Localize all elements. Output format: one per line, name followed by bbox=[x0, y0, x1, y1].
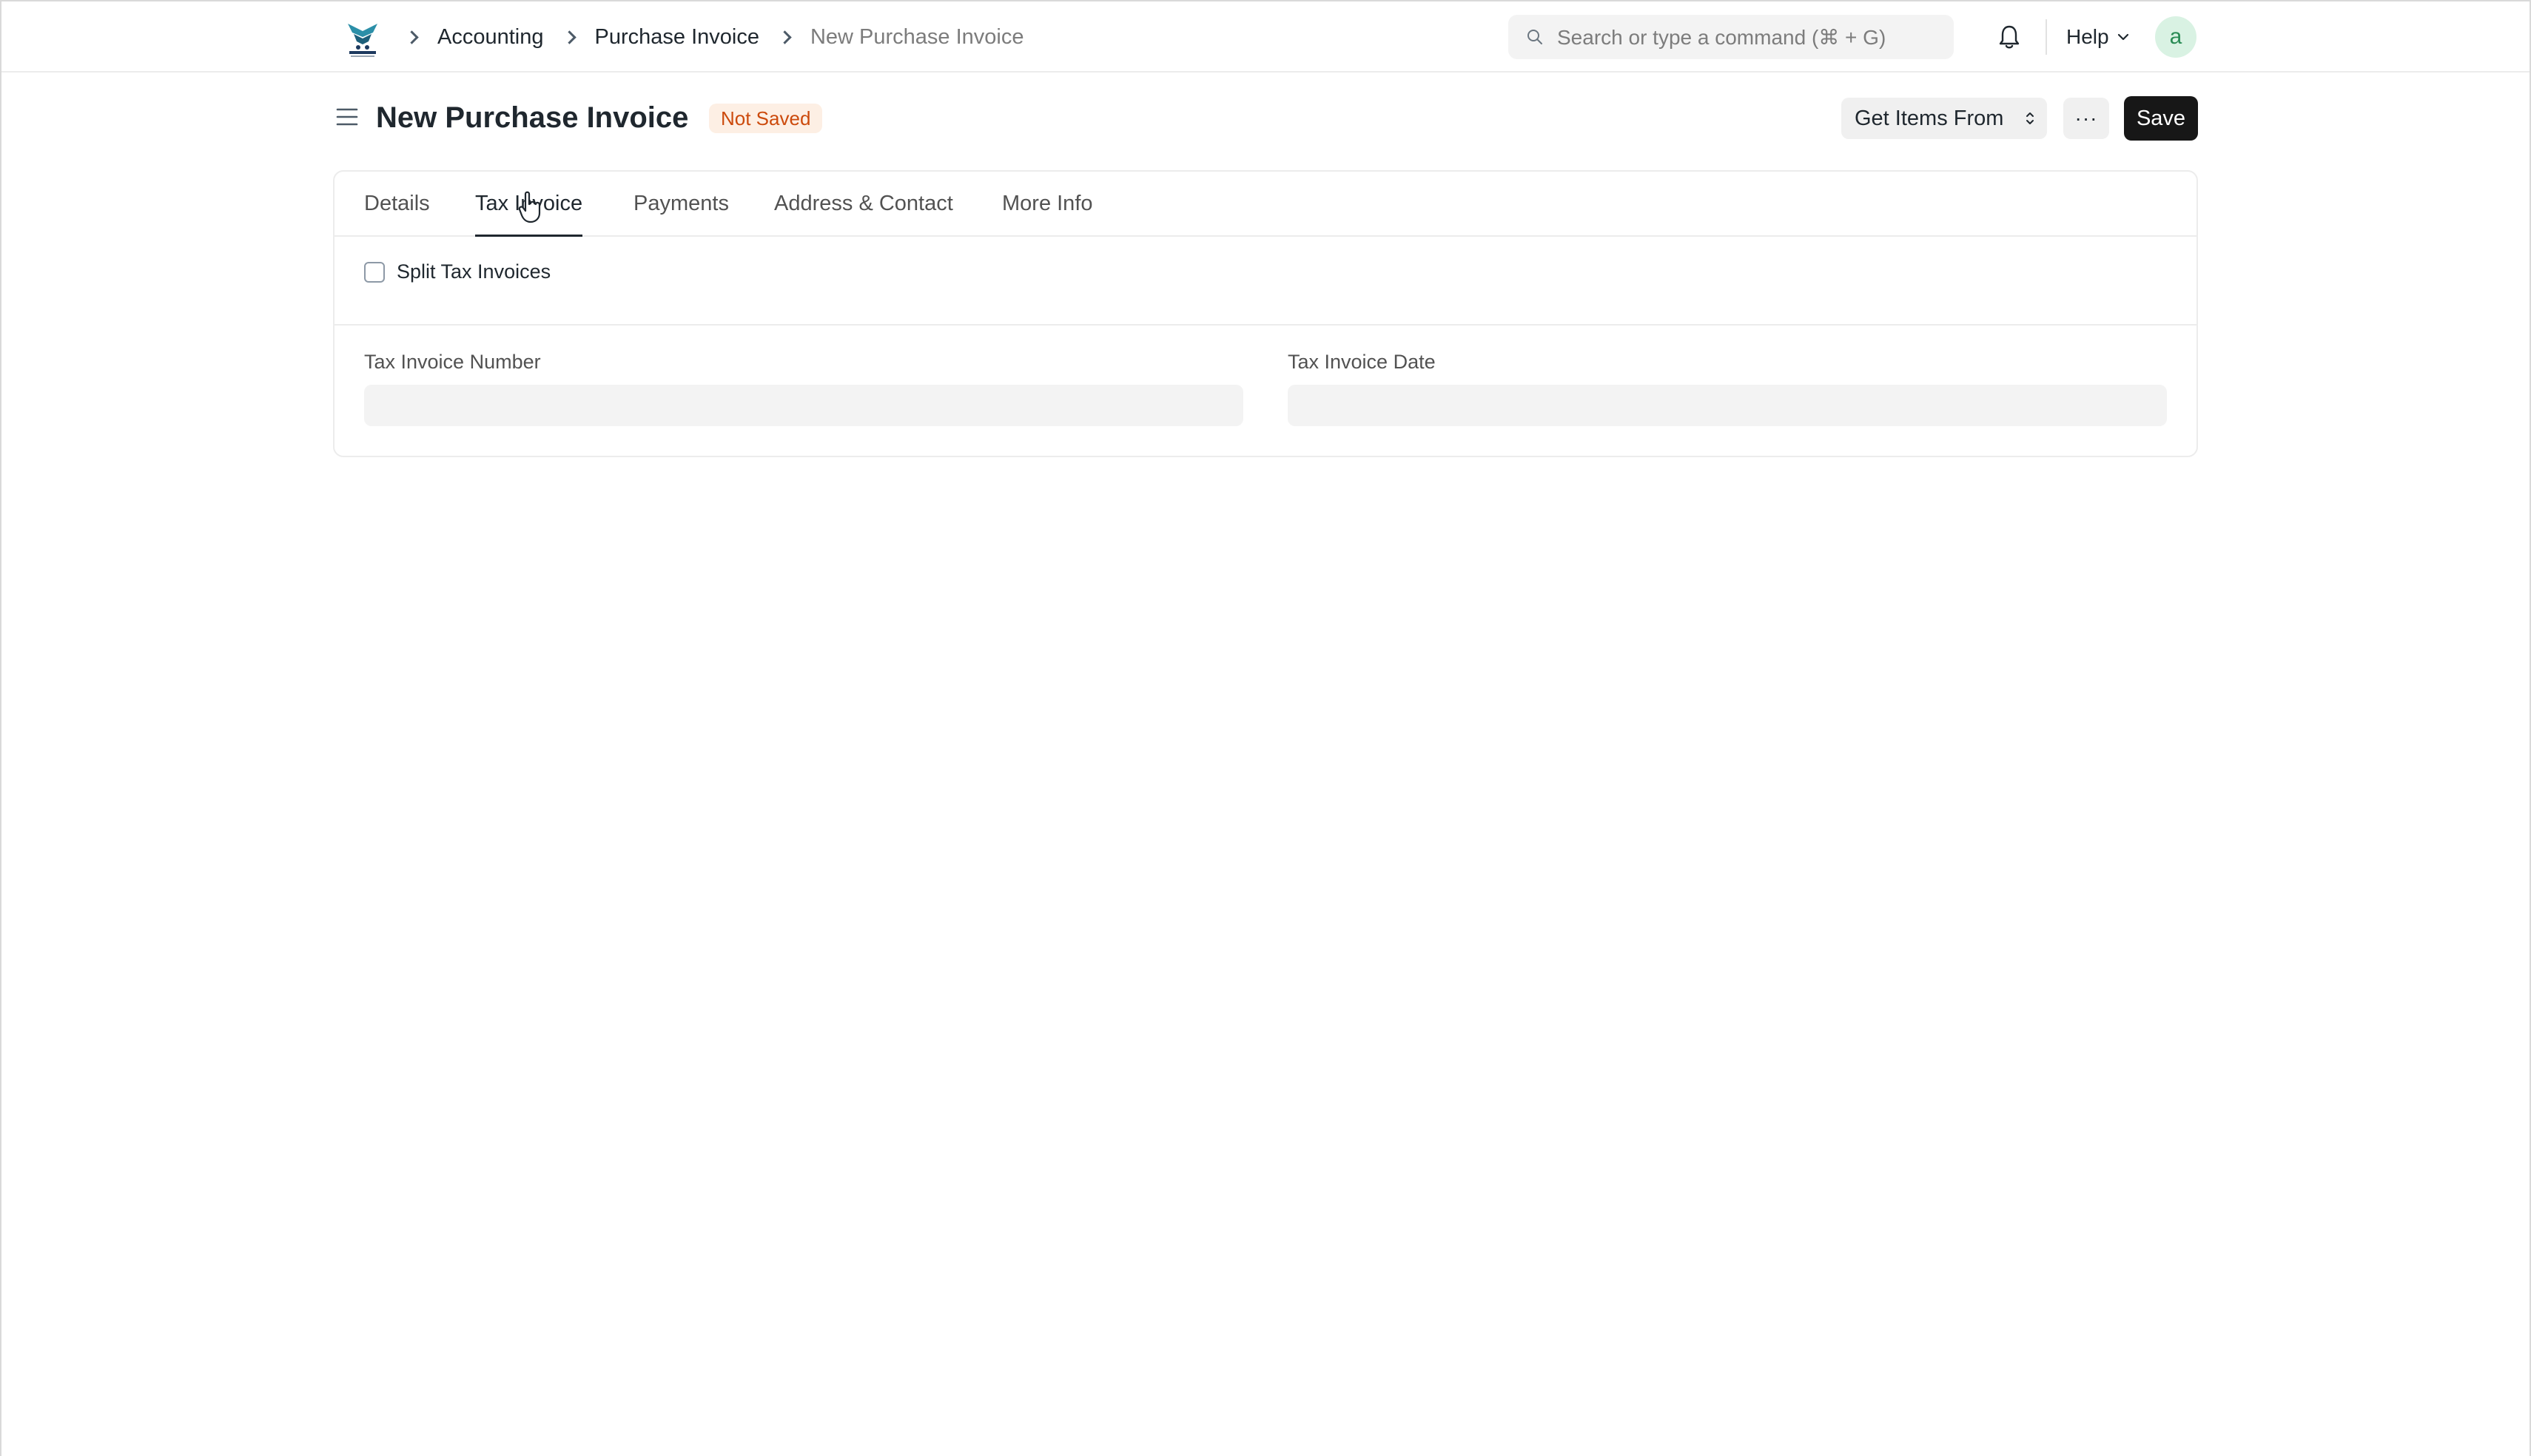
tax-invoice-date-label: Tax Invoice Date bbox=[1288, 351, 1436, 373]
form-card: Details Tax Invoice Payments Address & C… bbox=[333, 170, 2198, 457]
search-placeholder: Search or type a command (⌘ + G) bbox=[1557, 25, 1886, 49]
breadcrumb-purchase-invoice[interactable]: Purchase Invoice bbox=[595, 25, 759, 50]
breadcrumb: Accounting Purchase Invoice New Purchase… bbox=[405, 1, 1024, 73]
more-icon: ··· bbox=[2074, 107, 2098, 129]
get-items-label: Get Items From bbox=[1855, 106, 2004, 130]
split-tax-invoices-checkbox[interactable] bbox=[364, 261, 385, 283]
avatar[interactable]: a bbox=[2155, 16, 2196, 58]
section-divider bbox=[335, 324, 2196, 326]
tax-invoice-number-input[interactable] bbox=[364, 385, 1243, 426]
form-tabs: Details Tax Invoice Payments Address & C… bbox=[335, 172, 2196, 237]
search-bar[interactable]: Search or type a command (⌘ + G) bbox=[1508, 15, 1954, 59]
help-menu[interactable]: Help bbox=[2066, 1, 2130, 73]
tax-invoice-date-input[interactable] bbox=[1288, 385, 2167, 426]
page-title: New Purchase Invoice bbox=[376, 101, 689, 134]
tax-invoice-number-label: Tax Invoice Number bbox=[364, 351, 541, 373]
hand-cursor-icon bbox=[518, 191, 541, 223]
search-icon bbox=[1527, 30, 1542, 44]
app-logo[interactable] bbox=[343, 18, 382, 58]
sidebar-toggle-icon[interactable] bbox=[336, 107, 358, 127]
chevron-right-icon bbox=[778, 30, 792, 44]
breadcrumb-accounting[interactable]: Accounting bbox=[437, 25, 544, 50]
tab-payments[interactable]: Payments bbox=[633, 172, 729, 237]
help-label: Help bbox=[2066, 25, 2109, 48]
tab-more-info[interactable]: More Info bbox=[1002, 172, 1093, 237]
navbar: Accounting Purchase Invoice New Purchase… bbox=[1, 1, 2530, 73]
chevron-right-icon bbox=[562, 30, 577, 44]
split-tax-invoices-label: Split Tax Invoices bbox=[397, 260, 551, 283]
status-badge: Not Saved bbox=[709, 104, 823, 133]
bell-icon[interactable] bbox=[1997, 24, 2022, 50]
split-tax-invoices-field[interactable]: Split Tax Invoices bbox=[364, 260, 551, 283]
chevron-down-icon bbox=[2117, 33, 2128, 41]
tab-details[interactable]: Details bbox=[364, 172, 430, 237]
more-actions-button[interactable]: ··· bbox=[2063, 98, 2109, 139]
save-button[interactable]: Save bbox=[2124, 96, 2198, 141]
tab-address-contact[interactable]: Address & Contact bbox=[774, 172, 953, 237]
get-items-from-button[interactable]: Get Items From bbox=[1841, 98, 2047, 139]
navbar-divider bbox=[2046, 19, 2047, 55]
chevron-right-icon bbox=[405, 30, 419, 44]
breadcrumb-current: New Purchase Invoice bbox=[810, 24, 1024, 49]
updown-chevron-icon bbox=[2026, 112, 2034, 124]
